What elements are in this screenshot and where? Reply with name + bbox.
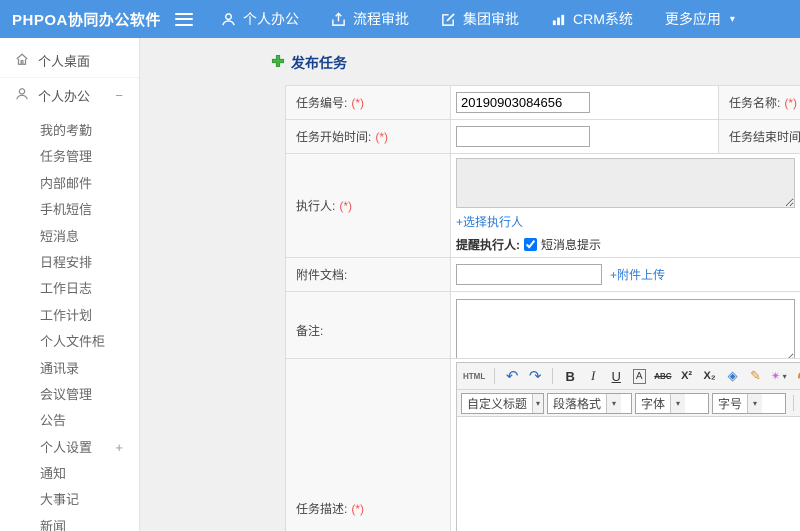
sidebar-item-news[interactable]: 新闻 <box>0 514 139 531</box>
sms-remind-checkbox[interactable] <box>524 238 537 251</box>
page-title: 发布任务 <box>291 55 347 71</box>
hamburger-menu-icon[interactable] <box>175 12 193 26</box>
collapse-minus-icon[interactable]: − <box>115 88 123 103</box>
nav-personal-office[interactable]: 个人办公 <box>221 9 299 29</box>
nav-crm-system[interactable]: CRM系统 <box>551 9 633 29</box>
caret-down-icon: ▾ <box>729 13 735 25</box>
add-plus-icon <box>271 54 285 73</box>
sidebar-item-short-message[interactable]: 短消息 <box>0 224 139 250</box>
subscript-icon[interactable]: X₂ <box>700 366 720 386</box>
editor-content-area[interactable] <box>457 417 800 531</box>
nav-process-approval[interactable]: 流程审批 <box>331 9 409 29</box>
task-desc-label: 任务描述: (*) <box>285 358 451 531</box>
nav-group-approval[interactable]: 集团审批 <box>441 9 519 29</box>
required-mark: (*) <box>351 502 365 516</box>
required-mark: (*) <box>375 130 389 144</box>
caret-down-icon: ▾ <box>606 393 622 413</box>
format-brush-icon[interactable]: ✎ <box>746 366 766 386</box>
paragraph-format-dropdown[interactable]: 段落格式 ▾ <box>547 392 632 414</box>
task-description-table: 任务描述: (*) HTML ↶ ↷ B I U A ABC X² X₂ ◈ ✎… <box>285 358 800 531</box>
underline-icon[interactable]: U <box>606 366 626 386</box>
magic-wand-icon[interactable]: ✴ <box>771 369 781 383</box>
sidebar-item-personal-settings[interactable]: 个人设置 + <box>0 435 139 461</box>
remark-textarea[interactable] <box>456 298 795 363</box>
task-no-label: 任务编号: (*) <box>285 85 451 120</box>
nav-more-apps[interactable]: 更多应用 ▾ <box>665 9 735 29</box>
user-icon <box>15 87 29 104</box>
font-size-dropdown[interactable]: 字号 ▾ <box>712 392 786 414</box>
sidebar: 个人桌面 个人办公 − 我的考勤 任务管理 内部邮件 手机短信 短消息 日程安排… <box>0 38 140 531</box>
app-logo: PHPOA协同办公软件 <box>12 11 161 29</box>
user-icon <box>221 12 236 27</box>
expand-plus-icon[interactable]: + <box>115 435 123 461</box>
top-menu: 个人办公 流程审批 集团审批 CRM系统 更多应用 ▾ <box>221 9 735 29</box>
custom-title-dropdown[interactable]: 自定义标题 ▾ <box>461 392 544 414</box>
italic-icon[interactable]: I <box>583 366 603 386</box>
font-family-dropdown[interactable]: 字体 ▾ <box>635 392 709 414</box>
sidebar-item-meeting-management[interactable]: 会议管理 <box>0 382 139 408</box>
top-navigation-bar: PHPOA协同办公软件 个人办公 流程审批 集团审批 CRM系统 更多应用 ▾ <box>0 0 800 38</box>
caret-down-icon: ▾ <box>782 371 787 381</box>
main-content: 发布任务 任务编号:(*) 任务名称:(*) 任务开始时间:(*) 任务结束时间… <box>141 38 800 531</box>
start-time-input[interactable] <box>456 126 590 147</box>
task-name-label: 任务名称: (*) <box>718 85 800 120</box>
sidebar-item-task-management[interactable]: 任务管理 <box>0 144 139 170</box>
executor-label: 执行人: (*) <box>285 153 451 258</box>
bold-icon[interactable]: B <box>560 366 580 386</box>
end-time-label: 任务结束时间:(*) <box>718 119 800 154</box>
sidebar-item-internal-mail[interactable]: 内部邮件 <box>0 171 139 197</box>
editor-toolbar-row-2: 自定义标题 ▾ 段落格式 ▾ 字体 ▾ 字号 ▾ <box>457 390 800 417</box>
rich-text-editor: HTML ↶ ↷ B I U A ABC X² X₂ ◈ ✎ ✴ ▾ 自定义标题… <box>456 362 800 531</box>
redo-icon[interactable]: ↷ <box>525 366 545 386</box>
sidebar-item-work-log[interactable]: 工作日志 <box>0 276 139 302</box>
sidebar-item-notification[interactable]: 通知 <box>0 461 139 487</box>
font-name-icon[interactable]: A <box>632 368 646 384</box>
editor-toolbar-row-1: HTML ↶ ↷ B I U A ABC X² X₂ ◈ ✎ ✴ ▾ <box>457 363 800 390</box>
caret-down-icon: ▾ <box>747 393 763 413</box>
sidebar-item-personal-desktop[interactable]: 个人桌面 <box>0 44 139 78</box>
remind-executor-label: 提醒执行人: <box>456 238 520 252</box>
sidebar-submenu: 我的考勤 任务管理 内部邮件 手机短信 短消息 日程安排 工作日志 工作计划 个… <box>0 118 139 531</box>
task-no-input[interactable] <box>456 92 590 113</box>
sidebar-item-personal-file-cabinet[interactable]: 个人文件柜 <box>0 329 139 355</box>
attachment-label: 附件文档: <box>285 257 451 292</box>
crm-chart-icon <box>551 12 566 27</box>
required-mark: (*) <box>351 96 365 110</box>
sidebar-item-personal-office[interactable]: 个人办公 − <box>0 78 139 112</box>
blockquote-icon[interactable]: ❝ <box>792 370 800 389</box>
sidebar-item-major-events[interactable]: 大事记 <box>0 487 139 513</box>
html-source-icon[interactable]: HTML <box>461 366 487 386</box>
group-approval-icon <box>441 12 456 27</box>
remove-format-eraser-icon[interactable]: ◈ <box>723 366 743 386</box>
required-mark: (*) <box>784 96 798 110</box>
superscript-icon[interactable]: X² <box>677 366 697 386</box>
task-form-table: 任务编号:(*) 任务名称:(*) 任务开始时间:(*) 任务结束时间:(*) … <box>285 85 800 370</box>
sidebar-item-address-book[interactable]: 通讯录 <box>0 356 139 382</box>
sidebar-item-announcement[interactable]: 公告 <box>0 408 139 434</box>
required-mark: (*) <box>339 199 353 213</box>
sidebar-item-my-attendance[interactable]: 我的考勤 <box>0 118 139 144</box>
sms-remind-label: 短消息提示 <box>541 238 602 252</box>
sidebar-item-work-plan[interactable]: 工作计划 <box>0 303 139 329</box>
undo-icon[interactable]: ↶ <box>502 366 522 386</box>
choose-executor-link[interactable]: +选择执行人 <box>456 215 523 229</box>
strikethrough-icon[interactable]: ABC <box>652 366 673 386</box>
process-approval-icon <box>331 11 346 27</box>
caret-down-icon: ▾ <box>670 393 686 413</box>
page-header: 发布任务 <box>271 53 347 73</box>
caret-down-icon: ▾ <box>532 393 543 413</box>
attachment-input[interactable] <box>456 264 602 285</box>
sidebar-item-schedule[interactable]: 日程安排 <box>0 250 139 276</box>
attachment-upload-link[interactable]: +附件上传 <box>610 266 665 283</box>
start-time-label: 任务开始时间: (*) <box>285 119 451 154</box>
executor-textarea[interactable] <box>456 158 795 208</box>
sidebar-item-mobile-sms[interactable]: 手机短信 <box>0 197 139 223</box>
home-icon <box>15 52 29 69</box>
